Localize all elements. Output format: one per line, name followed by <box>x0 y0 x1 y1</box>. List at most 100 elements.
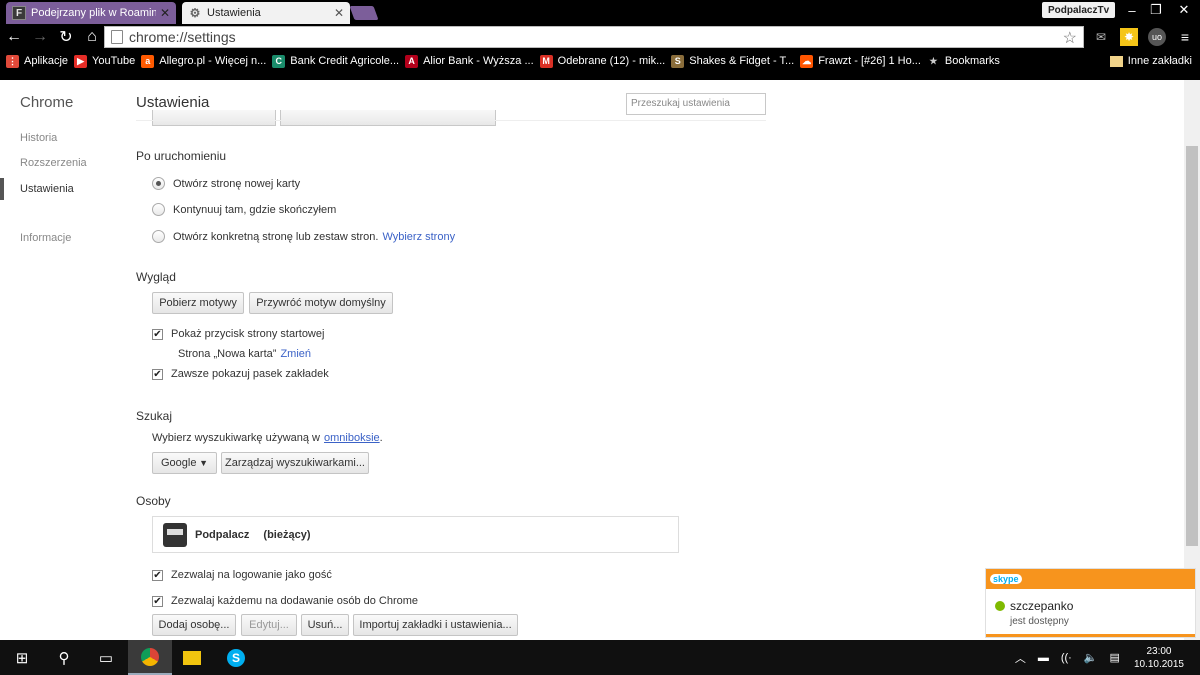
sidebar-item-extensions[interactable]: Rozszerzenia <box>20 157 87 169</box>
taskbar: ⊞ ⚲ ▭ S ︿ ▬ ((· 🔈 ▤ 23:00 10.10.2015 <box>0 640 1200 675</box>
volume-icon[interactable]: 🔈 <box>1084 651 1098 664</box>
sidebar-item-history[interactable]: Historia <box>20 132 57 144</box>
alior-icon: A <box>405 54 419 68</box>
section-appearance-heading: Wygląd <box>136 270 176 284</box>
reset-theme-button[interactable]: Przywróć motyw domyślny <box>249 292 393 314</box>
change-home-link[interactable]: Zmień <box>280 348 311 360</box>
search-icon[interactable]: ⚲ <box>42 640 86 675</box>
skype-notification[interactable]: skype szczepanko jest dostępny <box>985 568 1196 638</box>
forward-icon[interactable]: → <box>28 25 52 49</box>
scrollbar-thumb[interactable] <box>1186 146 1198 546</box>
option-label: Zezwalaj każdemu na dodawanie osób do Ch… <box>171 595 419 607</box>
omnibox[interactable]: chrome://settings ☆ <box>104 26 1084 48</box>
home-page-text: Strona „Nowa karta” <box>178 348 277 360</box>
show-home-button-option[interactable]: ✔ Pokaż przycisk strony startowej <box>152 328 324 340</box>
home-icon[interactable]: ⌂ <box>80 25 104 49</box>
menu-icon[interactable]: ≡ <box>1176 28 1194 46</box>
sidebar-item-about[interactable]: Informacje <box>20 232 71 244</box>
startup-option-continue[interactable]: Kontynuuj tam, gdzie skończyłem <box>152 203 336 216</box>
checkbox[interactable]: ✔ <box>152 595 163 607</box>
other-bookmarks[interactable]: Inne zakładki <box>1109 50 1192 72</box>
bookmark-shakes[interactable]: S Shakes & Fidget - T... <box>671 54 795 68</box>
add-person-button[interactable]: Dodaj osobę... <box>152 614 236 636</box>
page-icon <box>111 30 123 44</box>
wifi-icon[interactable]: ((· <box>1061 652 1072 664</box>
profile-name: Podpalacz <box>195 528 250 541</box>
skype-contact-status: jest dostępny <box>1010 616 1069 627</box>
edit-person-button[interactable]: Edytuj... <box>241 614 297 636</box>
option-label: Pokaż przycisk strony startowej <box>171 328 325 340</box>
soundcloud-icon: ☁ <box>800 54 814 68</box>
tab-label: Podejrzany plik w Roamin <box>31 7 156 19</box>
sidebar-item-settings[interactable]: Ustawienia <box>20 183 74 195</box>
close-icon[interactable]: ✕ <box>160 6 170 20</box>
folder-icon <box>1109 55 1123 67</box>
manage-search-engines-button[interactable]: Zarządzaj wyszukiwarkami... <box>221 452 369 474</box>
bookmark-gmail[interactable]: M Odebrane (12) - mik... <box>539 54 665 68</box>
option-label: Zezwalaj na logowanie jako gość <box>171 569 332 581</box>
bookmark-bookmarks[interactable]: ★ Bookmarks <box>927 55 1000 68</box>
allegro-icon: a <box>141 54 155 68</box>
bookmark-label: Shakes & Fidget - T... <box>689 55 795 67</box>
skype-taskbar-icon[interactable]: S <box>214 640 258 675</box>
chrome-taskbar-icon[interactable] <box>128 640 172 675</box>
bookmark-apps[interactable]: ⋮ Aplikacje <box>6 54 68 68</box>
network-adapter-icon[interactable]: ▬ <box>1038 652 1049 664</box>
checkbox[interactable]: ✔ <box>152 368 163 380</box>
star-icon[interactable]: ☆ <box>1063 28 1077 48</box>
restore-icon[interactable]: ❐ <box>1144 0 1168 20</box>
notifications-icon[interactable]: ▤ <box>1110 651 1120 664</box>
radio-button[interactable] <box>152 203 165 216</box>
guest-browsing-option[interactable]: ✔ Zezwalaj na logowanie jako gość <box>152 569 332 581</box>
task-view-icon[interactable]: ▭ <box>84 640 128 675</box>
omnibox-link[interactable]: omniboksie <box>324 432 380 444</box>
close-icon[interactable]: ✕ <box>334 6 344 20</box>
gmail-icon: M <box>539 54 553 68</box>
scrolled-button[interactable] <box>280 110 496 126</box>
minimize-icon[interactable]: – <box>1120 0 1144 20</box>
radio-button[interactable] <box>152 230 165 243</box>
sidebar-title: Chrome <box>20 94 74 111</box>
ublock-icon[interactable]: uo <box>1148 28 1166 46</box>
windows-start-icon[interactable]: ⊞ <box>0 640 44 675</box>
tab-settings[interactable]: ⚙ Ustawienia ✕ <box>182 2 350 24</box>
file-explorer-icon[interactable] <box>170 640 214 675</box>
bookmark-credit-agricole[interactable]: C Bank Credit Agricole... <box>272 54 399 68</box>
clock[interactable]: 23:00 10.10.2015 <box>1134 645 1184 671</box>
checkbox[interactable]: ✔ <box>152 328 163 340</box>
profile-list-item[interactable]: Podpalacz (bieżący) <box>152 516 679 553</box>
skype-contact-name: szczepanko <box>1010 599 1074 613</box>
settings-main: Ustawienia Przeszukaj ustawienia Po uruc… <box>136 80 776 640</box>
show-bookmarks-bar-option[interactable]: ✔ Zawsze pokazuj pasek zakładek <box>152 368 329 380</box>
tab-roaming[interactable]: F Podejrzany plik w Roamin ✕ <box>6 2 176 24</box>
system-tray: ︿ ▬ ((· 🔈 ▤ 23:00 10.10.2015 <box>1009 640 1184 675</box>
checkbox[interactable]: ✔ <box>152 569 163 581</box>
close-window-icon[interactable]: ✕ <box>1172 0 1196 20</box>
new-tab-button[interactable] <box>349 6 379 20</box>
choose-pages-link[interactable]: Wybierz strony <box>382 231 455 243</box>
bookmark-allegro[interactable]: a Allegro.pl - Więcej n... <box>141 54 266 68</box>
bookmark-label: Frawzt - [#26] 1 Ho... <box>818 55 921 67</box>
other-bookmarks-label: Inne zakładki <box>1127 55 1192 67</box>
scrollbar[interactable] <box>1184 80 1200 640</box>
startup-option-specific-pages[interactable]: Otwórz konkretną stronę lub zestaw stron… <box>152 230 455 243</box>
anyone-add-person-option[interactable]: ✔ Zezwalaj każdemu na dodawanie osób do … <box>152 595 418 607</box>
f-favicon-icon: F <box>12 6 26 20</box>
search-engine-select[interactable]: Google ▼ <box>152 452 217 474</box>
chevron-up-icon[interactable]: ︿ <box>1015 650 1026 666</box>
extension-icon[interactable]: ✸ <box>1120 28 1138 46</box>
back-icon[interactable]: ← <box>2 25 26 49</box>
remove-person-button[interactable]: Usuń... <box>301 614 349 636</box>
scrolled-button[interactable] <box>152 110 276 126</box>
bookmark-alior[interactable]: A Alior Bank - Wyższa ... <box>405 54 534 68</box>
reload-icon[interactable]: ↻ <box>54 25 78 49</box>
mail-icon[interactable]: ✉ <box>1092 28 1110 46</box>
get-themes-button[interactable]: Pobierz motywy <box>152 292 244 314</box>
profile-button[interactable]: PodpalaczTv <box>1042 2 1116 18</box>
import-bookmarks-button[interactable]: Importuj zakładki i ustawienia... <box>353 614 518 636</box>
radio-button[interactable] <box>152 177 165 190</box>
startup-option-new-tab[interactable]: Otwórz stronę nowej karty <box>152 177 300 190</box>
settings-search-input[interactable]: Przeszukaj ustawienia <box>626 93 766 115</box>
bookmark-youtube[interactable]: ▶ YouTube <box>74 54 135 68</box>
bookmark-soundcloud[interactable]: ☁ Frawzt - [#26] 1 Ho... <box>800 54 921 68</box>
